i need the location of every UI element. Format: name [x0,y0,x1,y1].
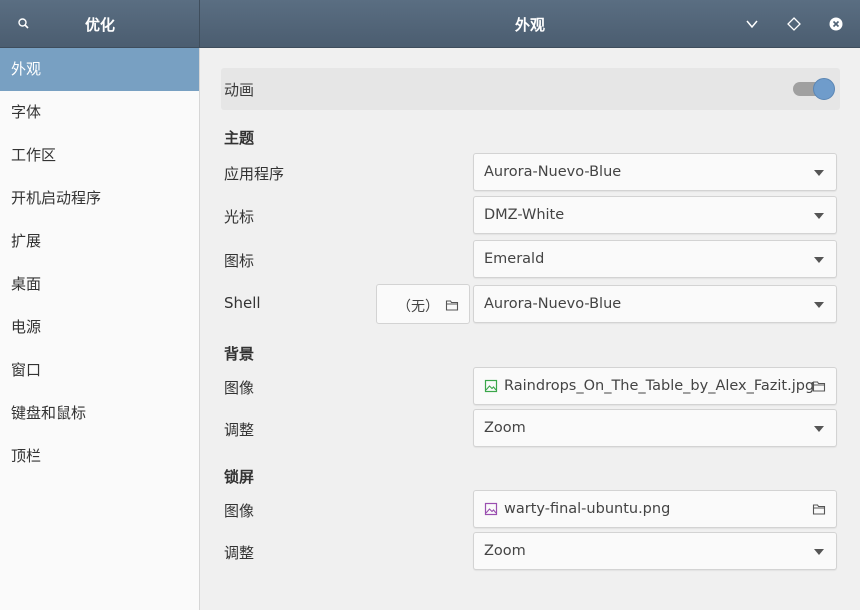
sidebar-item-workspaces[interactable]: 工作区 [0,134,199,177]
main-panel: 动画 主题 应用程序 Aurora-Nuevo-Blue 光标 DMZ-Whit… [201,48,860,610]
background-adjust-combo[interactable]: Zoom [473,409,837,447]
page-title: 外观 [514,16,545,34]
section-background: 背景 [224,345,255,363]
sidebar-item-top-bar[interactable]: 顶栏 [0,435,199,478]
lockscreen-adjust-combo[interactable]: Zoom [473,532,837,570]
dropdown-arrow-icon [814,426,824,432]
sidebar-item-power[interactable]: 电源 [0,306,199,349]
combo-value: Emerald [484,251,545,267]
combo-value: Aurora-Nuevo-Blue [484,296,622,312]
file-name: Raindrops_On_The_Table_by_Alex_Fazit.jpg [504,378,815,394]
folder-icon [812,379,826,393]
dropdown-arrow-icon [814,170,824,176]
animation-label: 动画 [224,81,255,99]
icons-theme-combo[interactable]: Emerald [473,240,837,278]
header-bar: 优化 外观 [0,0,860,48]
cursor-label: 光标 [224,208,255,226]
shell-file-chooser-button[interactable]: （无） [376,284,470,324]
sidebar-item-appearance[interactable]: 外观 [0,48,199,91]
lockscreen-image-chooser[interactable]: warty-final-ubuntu.png [473,490,837,528]
section-lockscreen: 锁屏 [224,468,255,486]
dropdown-arrow-icon [814,213,824,219]
dropdown-arrow-icon [814,549,824,555]
sidebar-header: 优化 [0,0,200,48]
combo-value: Aurora-Nuevo-Blue [484,164,622,180]
close-icon[interactable] [824,12,848,36]
sidebar-item-keyboard-mouse[interactable]: 键盘和鼠标 [0,392,199,435]
file-name: warty-final-ubuntu.png [504,501,671,517]
dropdown-arrow-icon [814,302,824,308]
shell-none-label: （无） [397,299,439,315]
section-themes: 主题 [224,129,255,147]
icons-label: 图标 [224,252,255,270]
applications-theme-combo[interactable]: Aurora-Nuevo-Blue [473,153,837,191]
sidebar-item-startup-apps[interactable]: 开机启动程序 [0,177,199,220]
combo-value: Zoom [484,543,526,559]
toggle-knob [813,78,835,100]
folder-icon [812,502,826,516]
shell-label: Shell [224,294,261,312]
sidebar-item-extensions[interactable]: 扩展 [0,220,199,263]
combo-value: Zoom [484,420,526,436]
sidebar: 外观 字体 工作区 开机启动程序 扩展 桌面 电源 窗口 键盘和鼠标 顶栏 [0,48,200,610]
background-adjust-label: 调整 [224,421,255,439]
folder-icon [445,298,459,312]
animation-row: 动画 [221,68,840,110]
combo-value: DMZ-White [484,207,565,223]
shell-theme-combo[interactable]: Aurora-Nuevo-Blue [473,285,837,323]
image-file-icon [484,379,498,393]
lockscreen-image-label: 图像 [224,502,255,520]
animation-toggle[interactable] [793,78,837,100]
dropdown-arrow-icon [814,257,824,263]
diamond-icon[interactable] [782,12,806,36]
chevron-down-icon[interactable] [740,12,764,36]
sidebar-item-fonts[interactable]: 字体 [0,91,199,134]
app-title: 优化 [84,16,115,34]
applications-label: 应用程序 [224,165,285,183]
background-image-chooser[interactable]: Raindrops_On_The_Table_by_Alex_Fazit.jpg [473,367,837,405]
sidebar-item-windows[interactable]: 窗口 [0,349,199,392]
search-icon[interactable] [15,15,33,33]
background-image-label: 图像 [224,379,255,397]
image-file-icon [484,502,498,516]
lockscreen-adjust-label: 调整 [224,544,255,562]
sidebar-item-desktop[interactable]: 桌面 [0,263,199,306]
cursor-theme-combo[interactable]: DMZ-White [473,196,837,234]
